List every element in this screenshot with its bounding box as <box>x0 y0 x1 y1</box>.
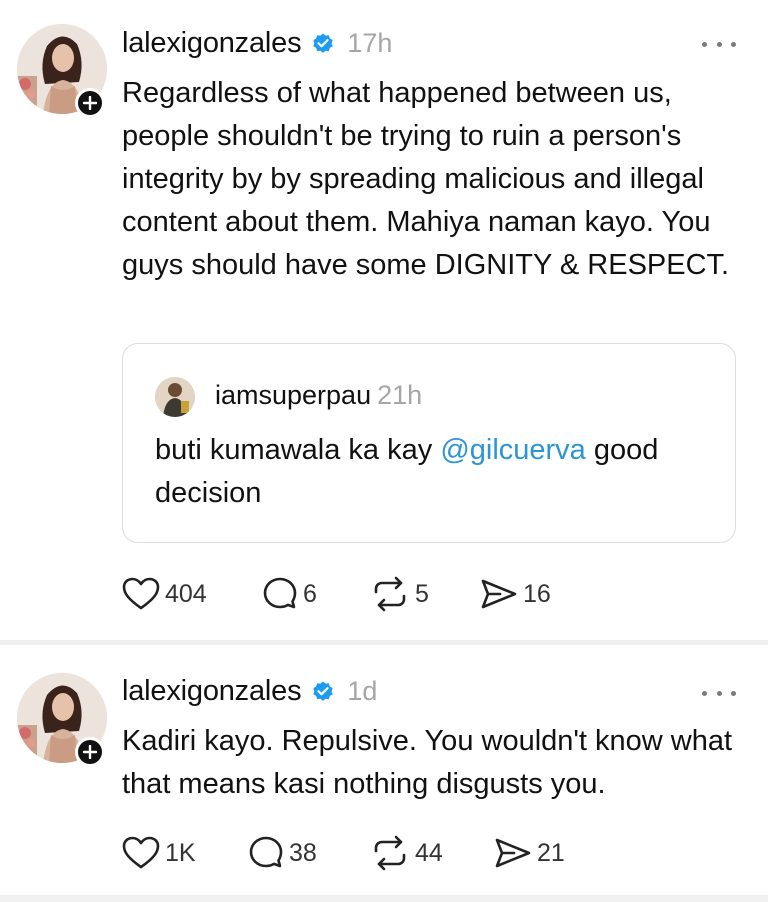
reply-count: 38 <box>289 838 317 867</box>
username[interactable]: lalexigonzales <box>122 675 302 708</box>
more-dots-icon <box>702 41 707 47</box>
more-dots-icon <box>716 41 722 47</box>
more-dots-icon <box>702 690 707 696</box>
share-button[interactable]: 16 <box>480 574 551 614</box>
verified-badge-icon <box>313 33 334 53</box>
quoted-avatar-photo <box>155 377 195 417</box>
share-count: 16 <box>523 579 551 608</box>
post-header: lalexigonzales 1d <box>122 673 377 709</box>
more-dots-icon <box>716 690 722 696</box>
repost-button[interactable]: 5 <box>370 574 429 614</box>
quoted-username[interactable]: iamsuperpau <box>215 380 371 410</box>
comment-bubble-icon <box>249 836 283 868</box>
verified-badge-icon <box>313 681 334 701</box>
quoted-text: buti kumawala ka kay @gilcuerva good dec… <box>155 429 715 515</box>
send-icon <box>495 838 531 868</box>
like-button[interactable]: 1K <box>122 833 196 873</box>
repost-button[interactable]: 44 <box>370 833 443 873</box>
quoted-avatar[interactable] <box>155 377 195 417</box>
post-header: lalexigonzales 17h <box>122 25 392 61</box>
send-icon <box>481 579 517 609</box>
quoted-header: iamsuperpau 21h <box>215 380 422 411</box>
share-count: 21 <box>537 838 565 867</box>
quoted-timestamp: 21h <box>377 380 423 410</box>
more-dots-icon <box>731 690 736 696</box>
repost-count: 5 <box>415 579 429 608</box>
repost-arrows-icon <box>374 576 406 612</box>
like-button[interactable]: 404 <box>122 574 207 614</box>
plus-icon <box>83 745 97 759</box>
like-count: 1K <box>165 838 196 867</box>
mention-link[interactable]: @gilcuerva <box>440 434 586 466</box>
reply-count: 6 <box>303 579 317 608</box>
more-options-button[interactable] <box>702 39 736 49</box>
more-options-button[interactable] <box>702 688 736 698</box>
repost-count: 44 <box>415 838 443 867</box>
post-text: Kadiri kayo. Repulsive. You wouldn't kno… <box>122 725 733 800</box>
follow-button[interactable] <box>75 88 105 118</box>
thread-post: lalexigonzales 1d Kadiri kayo. Repulsive… <box>0 645 768 895</box>
username[interactable]: lalexigonzales <box>122 27 302 60</box>
plus-icon <box>83 96 97 110</box>
heart-icon <box>122 836 160 869</box>
more-dots-icon <box>731 41 736 47</box>
comment-bubble-icon <box>263 577 297 609</box>
timestamp: 17h <box>347 27 393 58</box>
quoted-post[interactable]: iamsuperpau 21h buti kumawala ka kay @gil… <box>122 343 736 543</box>
timestamp: 1d <box>347 675 378 706</box>
thread-post: lalexigonzales 17h Regardless of what ha… <box>0 0 768 640</box>
post-divider <box>0 895 768 902</box>
heart-icon <box>122 577 160 610</box>
reply-button[interactable]: 38 <box>248 833 317 873</box>
like-count: 404 <box>165 579 207 608</box>
reply-button[interactable]: 6 <box>262 574 317 614</box>
post-text: Regardless of what happened between us, … <box>122 77 730 281</box>
share-button[interactable]: 21 <box>494 833 565 873</box>
repost-arrows-icon <box>374 835 406 871</box>
follow-button[interactable] <box>75 737 105 767</box>
quoted-text-start: buti kumawala ka kay <box>155 434 441 466</box>
